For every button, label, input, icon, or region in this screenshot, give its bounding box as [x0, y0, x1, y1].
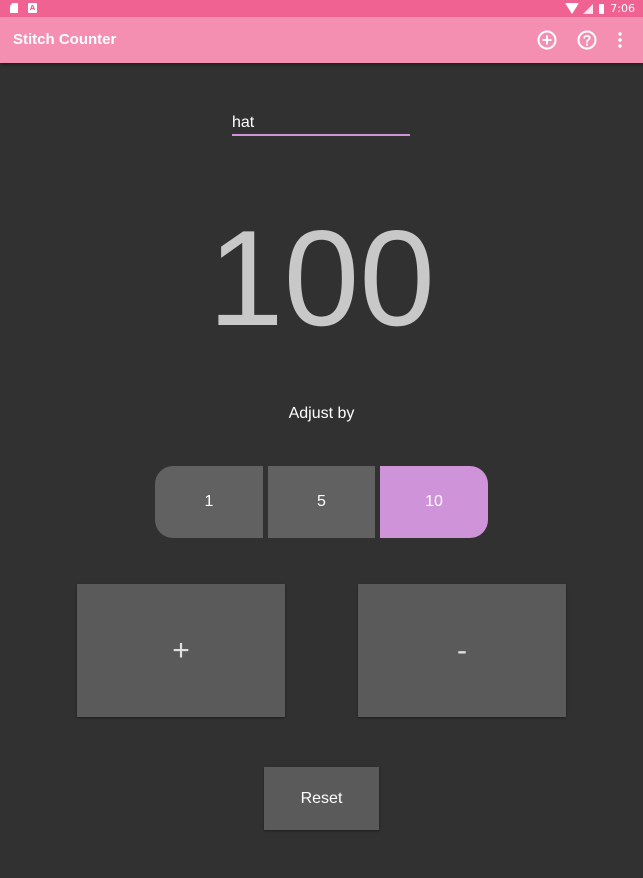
project-name-input[interactable]	[232, 112, 410, 136]
app-bar: Stitch Counter	[0, 17, 643, 63]
reset-button[interactable]: Reset	[264, 767, 379, 830]
adjust-option-1[interactable]: 1	[155, 466, 263, 538]
add-project-button[interactable]	[537, 30, 557, 50]
sd-card-icon	[10, 3, 18, 13]
help-circle-icon	[577, 30, 597, 50]
status-bar: A 7:06	[0, 0, 643, 17]
adjust-option-10[interactable]: 10	[380, 466, 488, 538]
increment-button[interactable]: +	[77, 584, 285, 717]
overflow-menu-button[interactable]	[612, 30, 628, 50]
android-notification-icon: A	[28, 3, 37, 13]
adjust-option-5[interactable]: 5	[268, 466, 375, 538]
adjust-by-label: Adjust by	[288, 405, 355, 422]
stitch-count-display: 100	[208, 202, 435, 354]
add-circle-icon	[537, 30, 557, 50]
wifi-icon	[565, 3, 580, 14]
battery-icon	[599, 3, 605, 14]
decrement-button[interactable]: -	[358, 584, 566, 717]
help-button[interactable]	[577, 30, 597, 50]
app-title: Stitch Counter	[13, 31, 117, 48]
status-time: 7:06	[610, 2, 635, 15]
overflow-menu-icon	[618, 32, 622, 48]
signal-icon	[583, 3, 594, 14]
